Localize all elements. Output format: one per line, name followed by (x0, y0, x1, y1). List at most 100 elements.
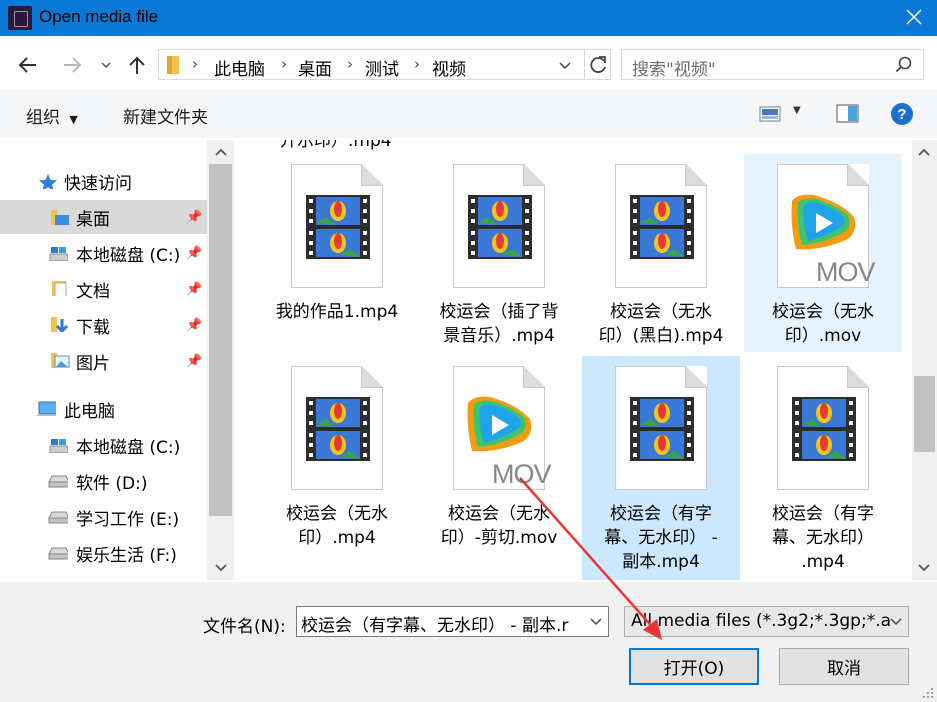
file-name: .mp4 (801, 552, 845, 572)
nav-drive-d[interactable]: 软件 (D:) (0, 464, 207, 498)
arrow-up-icon (129, 56, 145, 74)
window-title: Open media file (39, 7, 159, 26)
tencent-video-icon (467, 396, 532, 452)
organize-label: 组织 (26, 108, 60, 128)
file-item[interactable]: 校运会（有字 幕、无水印） .mp4 (744, 356, 902, 572)
breadcrumb-this-pc[interactable]: 此电脑 (214, 55, 265, 80)
scroll-down-icon[interactable] (917, 562, 931, 574)
app-icon (8, 6, 32, 30)
refresh-icon[interactable] (587, 54, 609, 76)
film-strip-icon (792, 397, 856, 461)
breadcrumb-test[interactable]: 测试 (365, 55, 399, 80)
video-file-icon (615, 366, 707, 490)
nav-item-pictures[interactable]: 图片 📌 (0, 344, 207, 378)
file-name: 校运会（无水 (610, 302, 712, 322)
nav-scroll-thumb[interactable] (209, 164, 232, 516)
file-name: 校运会（无水 (448, 504, 550, 524)
nav-label: 本地磁盘 (C:) (76, 437, 181, 458)
file-item[interactable]: 校运会（无水 印）.mp4 (258, 356, 416, 554)
file-item[interactable]: 我的作品1.mp4 (258, 154, 416, 352)
navigation-pane: 快速访问 桌面 📌 本地磁盘 (C:) 📌 文档 📌 下载 📌 图片 📌 此电脑… (0, 140, 234, 580)
desktop-folder-icon (51, 210, 69, 225)
film-strip-icon (306, 195, 370, 259)
file-name: 印）(黑白).mp4 (598, 326, 724, 346)
search-input[interactable]: 搜索"视频" (632, 55, 716, 80)
divider (584, 50, 585, 79)
mov-badge: MOV (816, 257, 876, 287)
nav-label: 此电脑 (64, 401, 115, 422)
preview-pane-button[interactable] (836, 104, 860, 128)
nav-quick-access[interactable]: 快速访问 (0, 164, 207, 198)
cancel-button[interactable]: 取消 (779, 648, 909, 685)
pin-icon[interactable]: 📌 (186, 246, 202, 261)
new-folder-button[interactable]: 新建文件夹 (123, 103, 208, 128)
recent-locations-button[interactable] (92, 50, 120, 80)
downloads-icon (51, 317, 69, 332)
nav-item-documents[interactable]: 文档 📌 (0, 272, 207, 306)
pin-icon[interactable]: 📌 (186, 318, 202, 333)
caret-down-icon: ▼ (69, 113, 78, 126)
scroll-up-icon[interactable] (214, 146, 228, 158)
pin-icon[interactable]: 📌 (186, 354, 202, 369)
address-bar[interactable]: › 此电脑 › 桌面 › 测试 › 视频 (158, 49, 611, 80)
video-file-icon (615, 164, 707, 288)
breadcrumb-desktop[interactable]: 桌面 (298, 55, 332, 80)
pin-icon[interactable]: 📌 (186, 282, 202, 297)
star-icon (39, 174, 57, 189)
file-name: 幕、无水印） - (604, 528, 718, 548)
search-box[interactable]: 搜索"视频" (621, 49, 924, 80)
file-item[interactable]: 校运会（无水 印）(黑白).mp4 (582, 154, 740, 352)
search-icon[interactable] (895, 56, 913, 74)
chevron-down-icon[interactable] (589, 616, 603, 628)
mov-file-icon: MOV (453, 366, 552, 490)
video-file-icon (453, 164, 545, 288)
file-list: 开示印）.mp4 我的作品1.mp4 校运会（插了背 景音乐）.mp4 校运会（无水印… (236, 140, 912, 580)
filename-value: 校运会（有字幕、无水印） - 副本.r (301, 616, 569, 636)
file-name: 校运会（有字 (772, 504, 874, 524)
drive-icon (49, 247, 68, 261)
file-item[interactable]: 校运会（有字 幕、无水印） - 副本.mp4 (582, 356, 740, 580)
scroll-up-icon[interactable] (917, 146, 931, 158)
help-button[interactable]: ? (890, 102, 914, 130)
file-name: 印）.mp4 (298, 528, 376, 548)
file-item[interactable]: MOV 校运会（无水 印）-剪切.mov (420, 356, 578, 554)
nav-drive-f[interactable]: 娱乐生活 (F:) (0, 536, 207, 570)
filename-input[interactable]: 校运会（有字幕、无水印） - 副本.r (296, 606, 609, 637)
file-item[interactable]: MOV 校运会（无水 印）.mov (744, 154, 902, 352)
organize-button[interactable]: 组织 ▼ (26, 103, 78, 128)
documents-icon (52, 281, 67, 296)
pin-icon[interactable]: 📌 (186, 210, 202, 225)
nav-item-desktop[interactable]: 桌面 📌 (0, 200, 207, 234)
file-name: 幕、无水印） (772, 528, 874, 548)
file-item[interactable]: 校运会（插了背 景音乐）.mp4 (420, 154, 578, 352)
breadcrumb-video[interactable]: 视频 (432, 55, 466, 80)
nav-item-downloads[interactable]: 下载 📌 (0, 308, 207, 342)
arrow-right-icon (64, 57, 82, 73)
chevron-down-icon (890, 618, 902, 626)
nav-scrollbar[interactable] (207, 140, 234, 580)
content-scroll-thumb[interactable] (914, 376, 935, 452)
chevron-down-icon (101, 62, 111, 69)
up-button[interactable] (122, 50, 152, 80)
content-scrollbar[interactable] (912, 140, 937, 580)
video-file-icon (291, 366, 383, 490)
scroll-down-icon[interactable] (214, 562, 228, 574)
file-name: 校运会（有字 (610, 504, 712, 524)
close-button[interactable] (891, 0, 937, 36)
nav-item-local-disk-c[interactable]: 本地磁盘 (C:) 📌 (0, 236, 207, 270)
resize-grip-icon[interactable] (921, 686, 935, 700)
nav-drive-e[interactable]: 学习工作 (E:) (0, 500, 207, 534)
address-history-icon[interactable] (557, 59, 573, 73)
view-options-button[interactable]: ▼ (759, 105, 801, 127)
nav-this-pc[interactable]: 此电脑 (0, 392, 207, 426)
back-button[interactable] (12, 50, 42, 80)
file-type-select[interactable]: All media files (*.3g2;*.3gp;*.a (624, 606, 909, 637)
nav-drive-c[interactable]: 本地磁盘 (C:) (0, 428, 207, 462)
breadcrumb-separator: › (347, 55, 353, 73)
file-name: 印）-剪切.mov (440, 528, 558, 548)
open-button[interactable]: 打开(O) (629, 648, 759, 685)
partial-file-name: 开示印）.mp4 (280, 140, 392, 151)
forward-button[interactable] (58, 50, 88, 80)
tencent-video-icon (791, 194, 856, 250)
nav-label: 娱乐生活 (F:) (76, 545, 177, 566)
